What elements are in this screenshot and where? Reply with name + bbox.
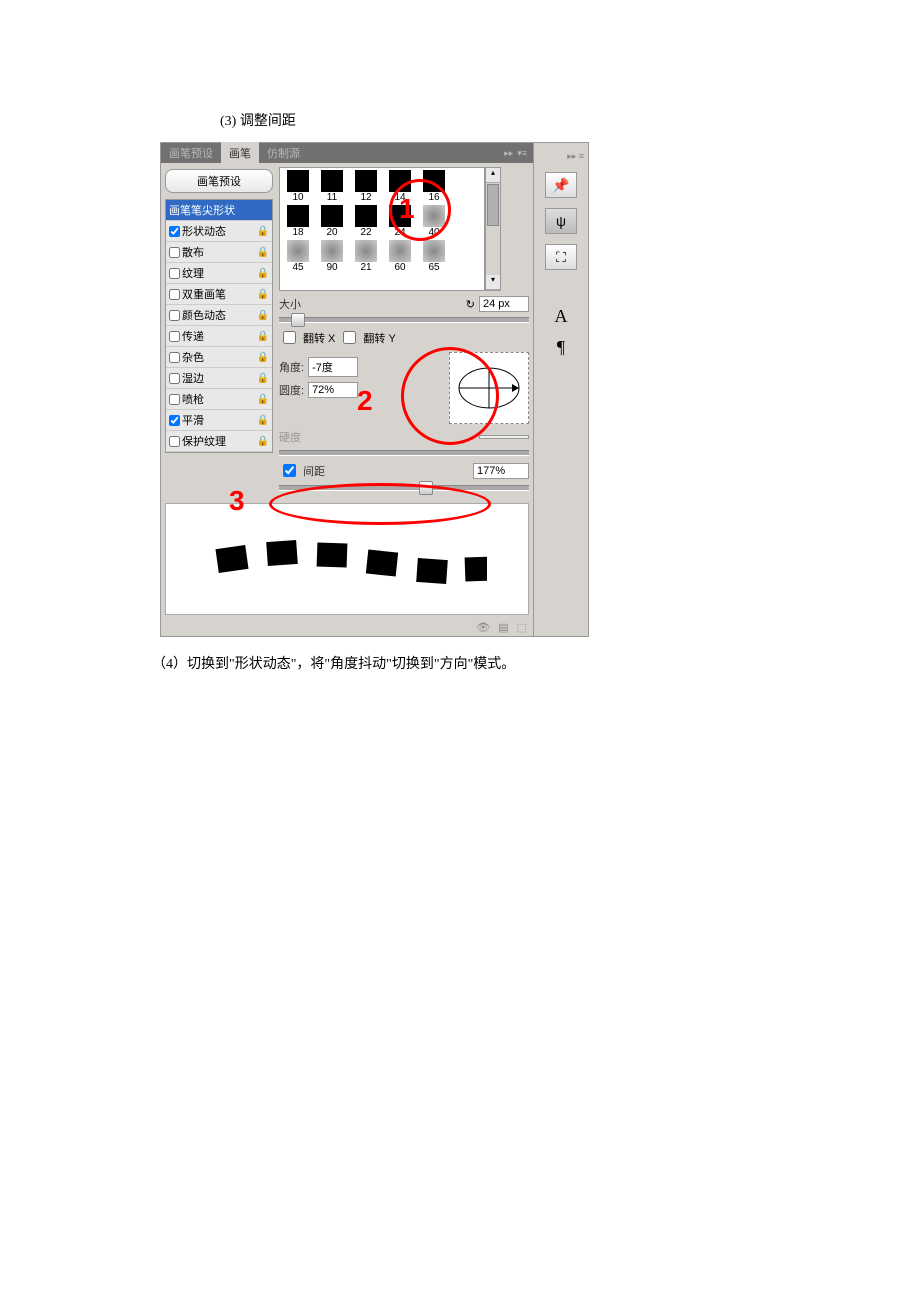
annotation-number-3: 3 [229, 485, 245, 517]
scroll-down-icon[interactable]: ▾ [486, 275, 500, 290]
opt-texture[interactable]: 纹理🔒 [166, 263, 272, 284]
tool-dock: ▸▸ ≡ 📌 ψ ⛶ A ¶ [533, 143, 588, 636]
chk-flip-y[interactable] [343, 331, 356, 344]
opt-airbrush[interactable]: 喷枪🔒 [166, 389, 272, 410]
brush-presets-button[interactable]: 画笔预设 [165, 169, 273, 193]
size-slider[interactable] [279, 317, 529, 323]
flip-x-label: 翻转 X [303, 330, 335, 346]
swatch-scrollbar[interactable]: ▴ ▾ [485, 167, 501, 291]
dock-icon-paragraph[interactable]: ¶ [557, 337, 565, 358]
opt-brush-tip-shape[interactable]: 画笔笔尖形状 [166, 200, 272, 221]
chk-transfer[interactable] [169, 331, 180, 342]
angle-label: 角度: [279, 359, 304, 375]
chk-scattering[interactable] [169, 247, 180, 258]
flip-y-label: 翻转 Y [363, 330, 395, 346]
annotation-number-1: 1 [399, 193, 415, 225]
opt-wet-edges[interactable]: 湿边🔒 [166, 368, 272, 389]
chk-spacing[interactable] [283, 464, 296, 477]
tab-clone-source[interactable]: 仿制源 [259, 142, 308, 164]
hardness-input [479, 435, 529, 439]
annotation-oval-3 [269, 483, 491, 525]
lock-icon: 🔒 [257, 331, 269, 342]
lock-icon: 🔒 [257, 394, 269, 405]
chk-flip-x[interactable] [283, 331, 296, 344]
chk-color-dynamics[interactable] [169, 310, 180, 321]
panel-footer: 👁 ▤ ⬚ [161, 619, 533, 636]
chk-protect-texture[interactable] [169, 436, 180, 447]
brush-options-list: 画笔笔尖形状 形状动态🔒 散布🔒 纹理🔒 双重画笔🔒 颜色动态🔒 传递🔒 杂色🔒… [165, 199, 273, 453]
chk-airbrush[interactable] [169, 394, 180, 405]
lock-icon: 🔒 [257, 268, 269, 279]
chk-texture[interactable] [169, 268, 180, 279]
lock-icon: 🔒 [257, 289, 269, 300]
chk-dual-brush[interactable] [169, 289, 180, 300]
angle-input[interactable]: -7度 [308, 357, 358, 377]
annotation-circle-2 [401, 347, 499, 445]
lock-icon: 🔒 [257, 415, 269, 426]
dock-icon-stamp[interactable]: ⛶ [545, 244, 577, 270]
spacing-label: 间距 [303, 463, 325, 479]
hardness-label: 硬度 [279, 429, 301, 445]
annotation-number-2: 2 [357, 385, 373, 417]
tab-brush-presets[interactable]: 画笔预设 [161, 142, 221, 164]
scroll-up-icon[interactable]: ▴ [486, 168, 500, 183]
toggle-preview-icon[interactable]: 👁 [476, 621, 490, 634]
hardness-slider [279, 450, 529, 456]
chk-noise[interactable] [169, 352, 180, 363]
lock-icon: 🔒 [257, 247, 269, 258]
lock-icon: 🔒 [257, 373, 269, 384]
lock-icon: 🔒 [257, 226, 269, 237]
opt-noise[interactable]: 杂色🔒 [166, 347, 272, 368]
opt-smoothing[interactable]: 平滑🔒 [166, 410, 272, 431]
dock-icon-character[interactable]: A [555, 306, 568, 327]
dock-icon-pin[interactable]: 📌 [545, 172, 577, 198]
opt-protect-texture[interactable]: 保护纹理🔒 [166, 431, 272, 452]
chk-smoothing[interactable] [169, 415, 180, 426]
chk-wet-edges[interactable] [169, 373, 180, 384]
opt-transfer[interactable]: 传递🔒 [166, 326, 272, 347]
collapse-dock-icon[interactable]: ▸▸ ≡ [567, 151, 588, 162]
panel-tabs: 画笔预设 画笔 仿制源 ▸▸ ▾≡ [161, 143, 533, 163]
tab-brush[interactable]: 画笔 [221, 142, 259, 164]
size-input[interactable]: 24 px [479, 296, 529, 312]
reset-size-icon[interactable]: ↻ [466, 298, 475, 311]
brush-swatch-grid[interactable]: 10 11 12 14 16 18 20 22 24 40 45 90 21 6… [279, 167, 485, 291]
brush-panel-screenshot: 画笔预设 画笔 仿制源 ▸▸ ▾≡ 画笔预设 画笔笔尖形状 形状动态🔒 散布🔒 … [160, 142, 589, 637]
opt-scattering[interactable]: 散布🔒 [166, 242, 272, 263]
step-4-text: （4）切换到"形状动态"，将"角度抖动"切换到"方向"模式。 [152, 653, 780, 673]
opt-shape-dynamics[interactable]: 形状动态🔒 [166, 221, 272, 242]
panel-expand-icon[interactable]: ▸▸ [504, 148, 513, 159]
panel-menu-icon[interactable]: ▾≡ [517, 148, 527, 159]
chk-shape-dynamics[interactable] [169, 226, 180, 237]
new-brush-icon[interactable]: ▤ [498, 621, 508, 634]
step-3-heading: (3) 调整间距 [220, 110, 780, 130]
lock-icon: 🔒 [257, 436, 269, 447]
opt-dual-brush[interactable]: 双重画笔🔒 [166, 284, 272, 305]
lock-icon: 🔒 [257, 352, 269, 363]
lock-icon: 🔒 [257, 310, 269, 321]
roundness-input[interactable]: 72% [308, 382, 358, 398]
opt-color-dynamics[interactable]: 颜色动态🔒 [166, 305, 272, 326]
create-icon[interactable]: ⬚ [517, 621, 527, 634]
roundness-label: 圆度: [279, 382, 304, 398]
size-label: 大小 [279, 296, 301, 312]
spacing-input[interactable]: 177% [473, 463, 529, 479]
dock-icon-connect[interactable]: ψ [545, 208, 577, 234]
